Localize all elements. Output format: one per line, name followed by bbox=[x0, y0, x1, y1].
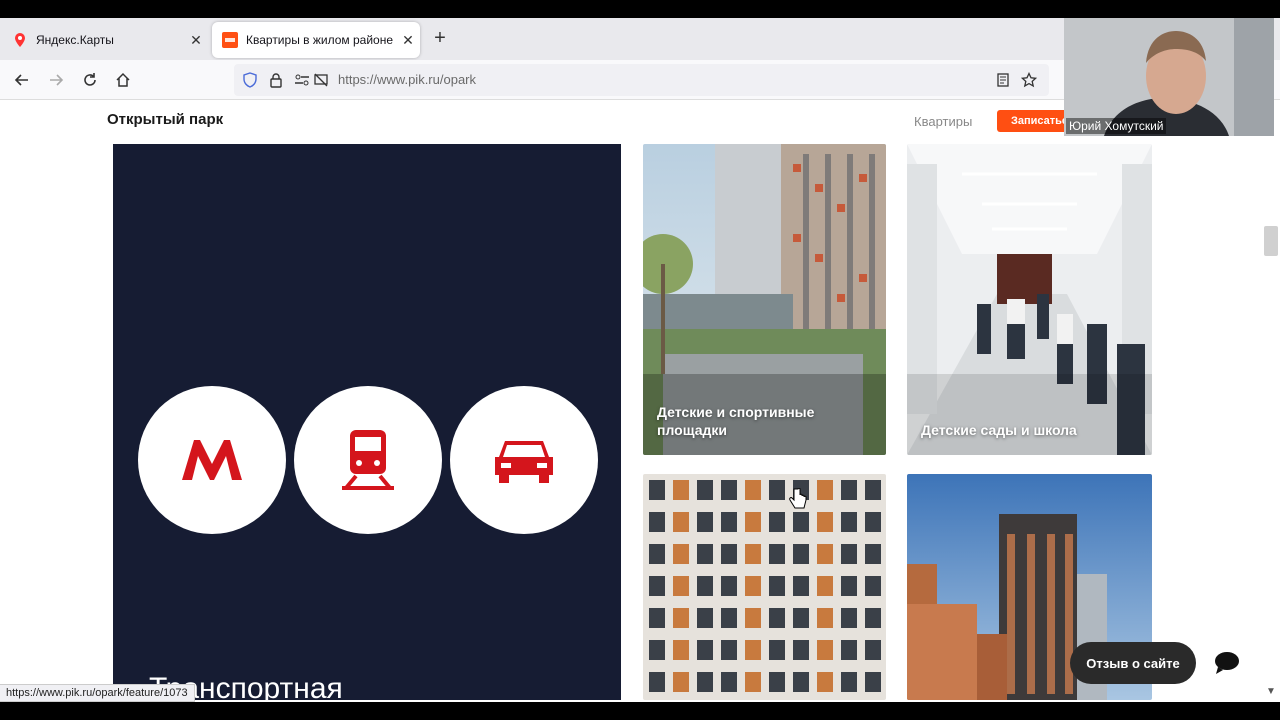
chat-button[interactable] bbox=[1204, 640, 1250, 686]
permissions-icon[interactable] bbox=[294, 72, 310, 88]
car-circle bbox=[450, 386, 598, 534]
reload-icon bbox=[84, 73, 96, 86]
screen-top-bar bbox=[0, 0, 1280, 18]
pik-logo-icon bbox=[222, 32, 238, 48]
tab-label: Яндекс.Карты bbox=[36, 33, 114, 47]
lock-icon[interactable] bbox=[268, 72, 284, 88]
tab-close-icon[interactable]: ✕ bbox=[396, 32, 420, 49]
forward-button[interactable] bbox=[44, 68, 68, 92]
metro-circle bbox=[138, 386, 286, 534]
browser-window: Яндекс.Карты ✕ Квартиры в жилом районе О… bbox=[0, 0, 1280, 720]
card-schools[interactable]: Детские сады и школа bbox=[907, 144, 1152, 455]
tab-close-icon[interactable]: ✕ bbox=[184, 32, 208, 49]
feedback-button[interactable]: Отзыв о сайте bbox=[1070, 642, 1196, 684]
train-circle bbox=[294, 386, 442, 534]
card-facade[interactable] bbox=[643, 474, 886, 700]
tab-pik-apartments[interactable]: Квартиры в жилом районе От ✕ bbox=[212, 22, 420, 58]
card-caption: Детские сады и школа bbox=[921, 422, 1077, 438]
url-text[interactable]: https://www.pik.ru/opark bbox=[338, 72, 476, 87]
card-caption: Детские и спортивные площадки bbox=[657, 404, 815, 438]
metro-icon bbox=[182, 440, 242, 480]
school-image bbox=[907, 144, 1152, 455]
webcam-overlay: Юрий Хомутский bbox=[1064, 18, 1274, 136]
arrow-right-icon bbox=[50, 74, 64, 86]
home-button[interactable] bbox=[111, 68, 135, 92]
new-tab-button[interactable]: + bbox=[428, 26, 452, 50]
status-bar-url: https://www.pik.ru/opark/feature/1073 bbox=[0, 684, 195, 702]
blocked-media-icon[interactable] bbox=[313, 72, 329, 88]
train-icon bbox=[342, 430, 394, 490]
reload-button[interactable] bbox=[78, 68, 102, 92]
arrow-left-icon bbox=[14, 74, 28, 86]
tab-yandex-maps[interactable]: Яндекс.Карты ✕ bbox=[2, 22, 208, 58]
scroll-down-arrow-icon[interactable]: ▼ bbox=[1266, 686, 1276, 697]
back-button[interactable] bbox=[10, 68, 34, 92]
nav-apartments-link[interactable]: Квартиры bbox=[914, 114, 972, 129]
star-icon[interactable] bbox=[1021, 72, 1037, 88]
car-icon bbox=[495, 441, 553, 483]
card-playgrounds[interactable]: Детские и спортивные площадки bbox=[643, 144, 886, 455]
hand-cursor-icon bbox=[789, 488, 807, 509]
page-scrollbar[interactable] bbox=[1264, 226, 1278, 256]
transport-panel[interactable]: Транспортная bbox=[113, 144, 621, 700]
shield-icon[interactable] bbox=[242, 72, 258, 88]
participant-name: Юрий Хомутский bbox=[1066, 118, 1167, 134]
chat-bubble-icon bbox=[1215, 652, 1239, 674]
site-title[interactable]: Открытый парк bbox=[107, 111, 223, 128]
tab-label: Квартиры в жилом районе От bbox=[246, 33, 396, 47]
url-bar[interactable]: https://www.pik.ru/opark bbox=[234, 64, 1049, 96]
map-pin-icon bbox=[15, 33, 25, 47]
reader-view-icon[interactable] bbox=[995, 72, 1011, 88]
facade-image bbox=[643, 474, 886, 700]
screen-bottom-bar bbox=[0, 702, 1280, 720]
home-icon bbox=[116, 72, 130, 87]
